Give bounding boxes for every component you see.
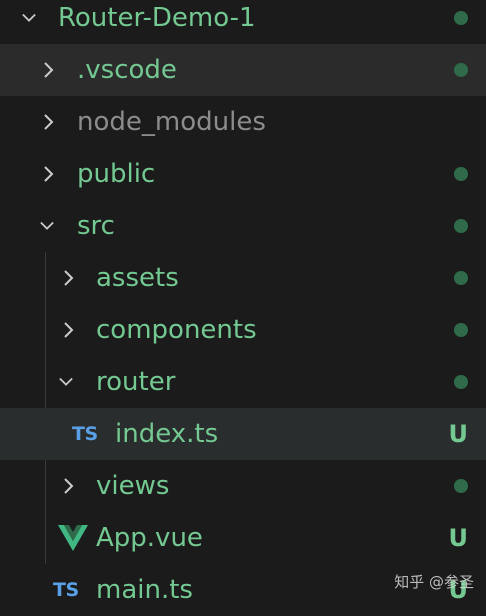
modified-dot — [454, 375, 468, 389]
untracked-badge: U — [448, 524, 469, 552]
tree-item-components[interactable]: components — [0, 304, 486, 356]
typescript-icon: TS — [53, 579, 79, 601]
chevron-down-icon — [40, 219, 54, 233]
tree-item-router[interactable]: router — [0, 356, 486, 408]
tree-item-label: node_modules — [77, 107, 266, 137]
tree-item-label: App.vue — [96, 523, 203, 553]
vue-icon — [58, 525, 88, 551]
file-explorer: Router-Demo-1 .vscode node_modules publi… — [0, 0, 486, 605]
chevron-right-icon — [62, 270, 76, 286]
tree-item-label: views — [96, 471, 170, 501]
tree-item-label: components — [96, 315, 257, 345]
tree-item-label: Router-Demo-1 — [58, 3, 256, 33]
typescript-icon: TS — [72, 423, 98, 445]
tree-item-src[interactable]: src — [0, 200, 486, 252]
modified-dot — [454, 479, 468, 493]
tree-item-label: .vscode — [77, 55, 177, 85]
chevron-right-icon — [42, 114, 56, 130]
tree-item-node-modules[interactable]: node_modules — [0, 96, 486, 148]
chevron-right-icon — [42, 166, 56, 182]
tree-item-label: main.ts — [96, 575, 193, 605]
tree-item-router-demo-1[interactable]: Router-Demo-1 — [0, 0, 486, 44]
tree-item-label: src — [77, 211, 115, 241]
tree-item-assets[interactable]: assets — [0, 252, 486, 304]
tree-item-app-vue[interactable]: App.vue U — [0, 512, 486, 564]
tree-item-label: public — [77, 159, 156, 189]
modified-dot — [454, 219, 468, 233]
chevron-right-icon — [62, 478, 76, 494]
tree-item-vscode[interactable]: .vscode — [0, 44, 486, 96]
modified-dot — [454, 11, 468, 25]
chevron-right-icon — [42, 62, 56, 78]
tree-item-label: router — [96, 367, 176, 397]
tree-item-label: index.ts — [115, 419, 219, 449]
modified-dot — [454, 167, 468, 181]
untracked-badge: U — [448, 420, 469, 448]
modified-dot — [454, 323, 468, 337]
chevron-down-icon — [59, 375, 73, 389]
tree-item-public[interactable]: public — [0, 148, 486, 200]
tree-item-views[interactable]: views — [0, 460, 486, 512]
tree-item-label: assets — [96, 263, 179, 293]
tree-item-index-ts[interactable]: TS index.ts U — [0, 408, 486, 460]
modified-dot — [454, 271, 468, 285]
watermark: 知乎 @参圣 — [394, 573, 474, 591]
modified-dot — [454, 63, 468, 77]
chevron-right-icon — [62, 322, 76, 338]
chevron-down-icon — [22, 11, 36, 25]
